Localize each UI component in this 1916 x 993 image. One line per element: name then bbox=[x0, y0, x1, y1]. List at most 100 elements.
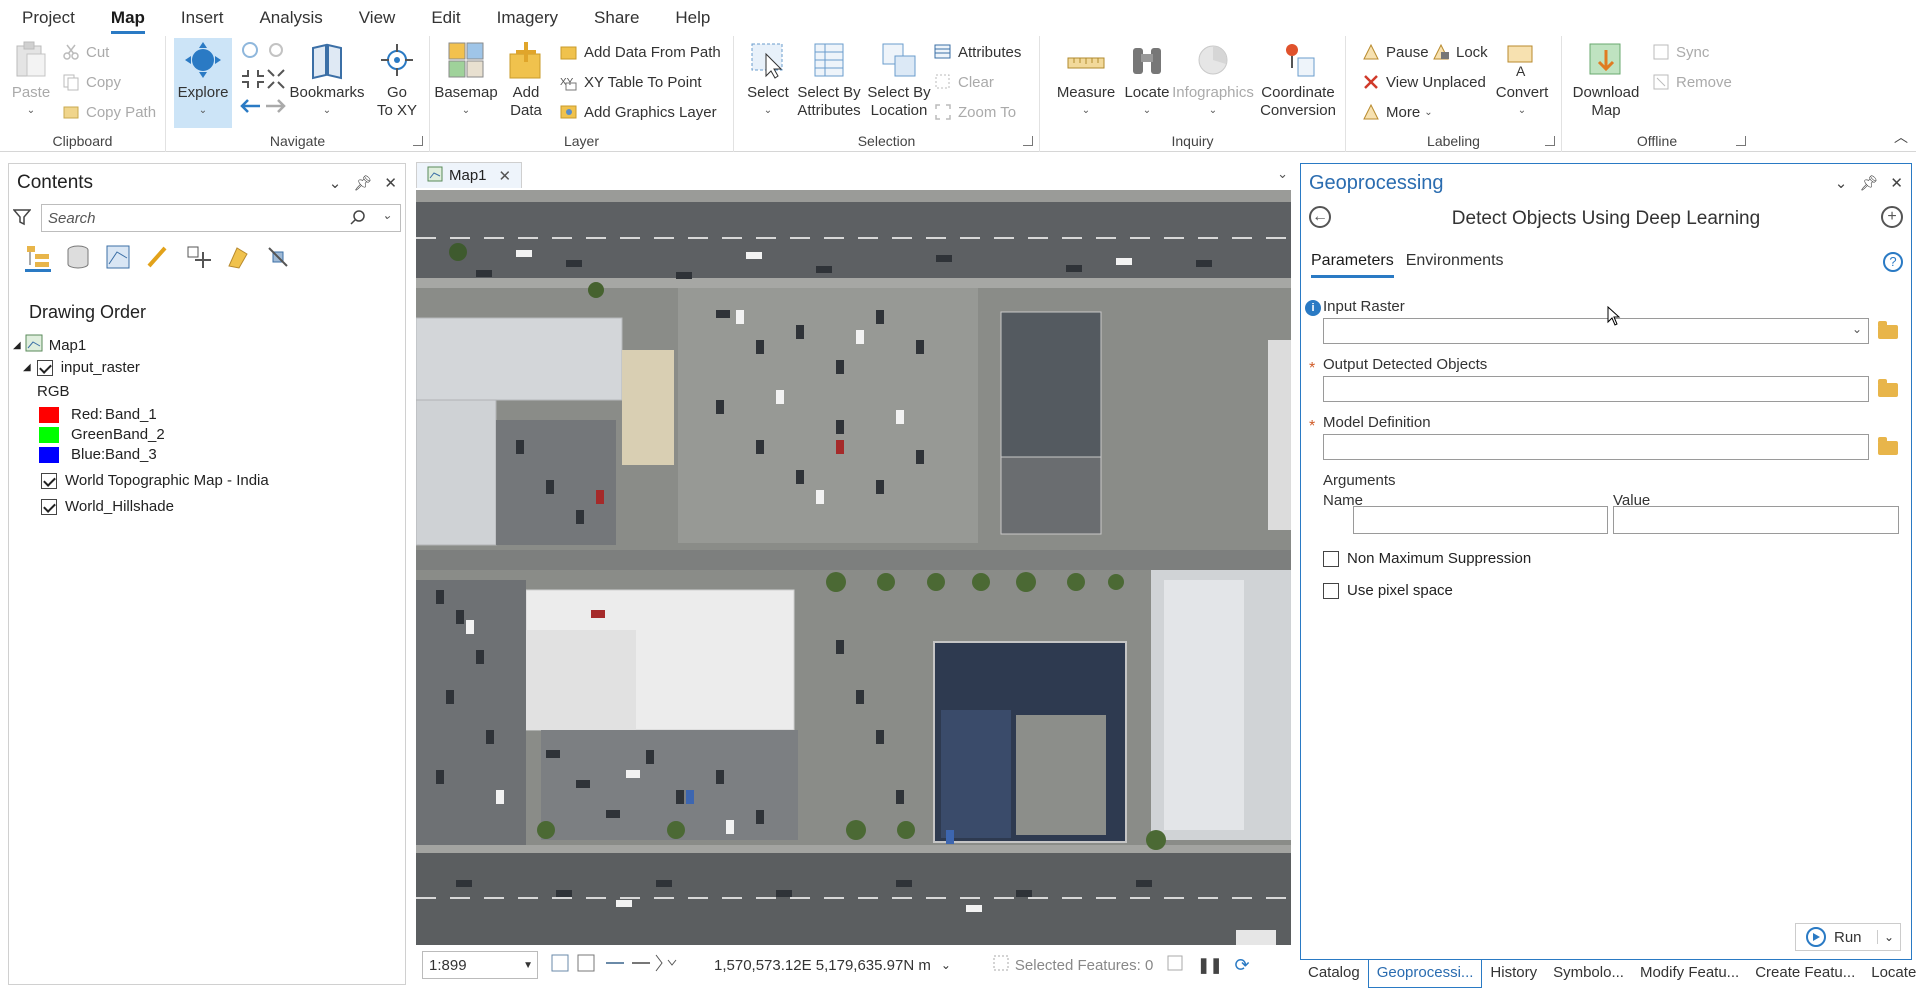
measure-button[interactable]: Measure ⌄ bbox=[1054, 40, 1118, 120]
convert-button[interactable]: A Convert ⌄ bbox=[1492, 40, 1552, 120]
pause-button[interactable]: Pause bbox=[1362, 40, 1429, 64]
browse-folder-icon[interactable] bbox=[1878, 437, 1898, 455]
chevron-down-icon[interactable]: ⌄ bbox=[382, 208, 392, 222]
refresh-icon[interactable]: ⟳ bbox=[1234, 955, 1249, 976]
non-maximum-suppression-checkbox[interactable] bbox=[1323, 550, 1339, 567]
collapse-triangle-icon[interactable]: ◢ bbox=[13, 340, 21, 351]
pane-options-chevron-icon[interactable]: ⌄ bbox=[329, 174, 342, 192]
tab-history[interactable]: History bbox=[1482, 960, 1545, 988]
fixed-zoom-icon[interactable] bbox=[269, 43, 283, 57]
pin-icon[interactable]: 📌︎ bbox=[353, 174, 372, 192]
add-data-from-path-button[interactable]: Add Data From Path bbox=[560, 40, 721, 64]
view-unplaced-button[interactable]: View Unplaced bbox=[1362, 70, 1486, 94]
tab-parameters[interactable]: Parameters bbox=[1311, 252, 1394, 278]
forward-arrow-icon[interactable] bbox=[266, 99, 286, 113]
selected-features[interactable]: Selected Features: 0 bbox=[993, 955, 1153, 975]
attributes-button[interactable]: Attributes bbox=[934, 40, 1021, 64]
copy-button[interactable]: Copy bbox=[62, 70, 121, 94]
copy-path-button[interactable]: Copy Path bbox=[62, 100, 156, 124]
non-maximum-suppression-option[interactable]: Non Maximum Suppression bbox=[1323, 550, 1531, 567]
run-button[interactable]: Run ⌄ bbox=[1795, 923, 1901, 951]
zoom-to-button[interactable]: Zoom To bbox=[934, 100, 1016, 124]
close-icon[interactable]: ✕ bbox=[384, 174, 397, 192]
list-by-selection-icon[interactable] bbox=[105, 244, 131, 272]
xy-table-to-point-button[interactable]: XY XY Table To Point bbox=[560, 70, 702, 94]
clear-button[interactable]: Clear bbox=[934, 70, 994, 94]
sync-button[interactable]: Sync bbox=[1652, 40, 1709, 64]
bookmarks-button[interactable]: Bookmarks ⌄ bbox=[289, 40, 365, 120]
tab-share[interactable]: Share bbox=[582, 0, 663, 36]
tab-locate[interactable]: Locate bbox=[1863, 960, 1916, 988]
tab-catalog[interactable]: Catalog bbox=[1300, 960, 1368, 988]
go-to-xy-button[interactable]: Go To XY bbox=[372, 40, 422, 120]
browse-folder-icon[interactable] bbox=[1878, 379, 1898, 397]
layer-visibility-checkbox[interactable] bbox=[41, 472, 57, 489]
contents-search-input[interactable]: Search ⌄ bbox=[41, 204, 401, 232]
output-detected-objects-input[interactable] bbox=[1323, 376, 1869, 402]
layer-visibility-checkbox[interactable] bbox=[36, 359, 53, 376]
chevron-down-icon[interactable]: ⌄ bbox=[1876, 930, 1894, 944]
help-icon[interactable]: ? bbox=[1883, 252, 1903, 272]
pin-icon[interactable]: 📌︎ bbox=[1859, 174, 1878, 192]
tab-environments[interactable]: Environments bbox=[1406, 252, 1504, 278]
tab-project[interactable]: Project bbox=[10, 0, 99, 36]
close-icon[interactable]: ✕ bbox=[1890, 174, 1903, 192]
pane-options-chevron-icon[interactable]: ⌄ bbox=[1835, 174, 1848, 192]
remove-button[interactable]: Remove bbox=[1652, 70, 1732, 94]
model-definition-input[interactable] bbox=[1323, 434, 1869, 460]
cut-button[interactable]: Cut bbox=[62, 40, 109, 64]
table-icon[interactable] bbox=[577, 954, 595, 972]
pause-drawing-icon[interactable]: ❚❚ bbox=[1197, 956, 1222, 974]
coordinate-conversion-button[interactable]: Coordinate Conversion bbox=[1254, 40, 1342, 120]
chevron-down-icon[interactable]: ⌄ bbox=[941, 958, 951, 972]
use-pixel-space-option[interactable]: Use pixel space bbox=[1323, 582, 1453, 599]
more-button[interactable]: More ⌄ bbox=[1362, 100, 1433, 124]
close-icon[interactable]: ✕ bbox=[499, 167, 512, 185]
select-button[interactable]: Select ⌄ bbox=[744, 40, 792, 120]
list-by-source-icon[interactable] bbox=[65, 244, 91, 272]
filter-icon[interactable] bbox=[12, 208, 32, 230]
tab-symbology[interactable]: Symbolo... bbox=[1545, 960, 1632, 988]
add-data-button[interactable]: Add Data bbox=[506, 40, 546, 120]
tab-view[interactable]: View bbox=[347, 0, 420, 36]
list-by-snapping-icon[interactable] bbox=[185, 244, 211, 272]
map-tree-item[interactable]: ◢ Map1 bbox=[13, 334, 86, 356]
back-arrow-icon[interactable] bbox=[240, 99, 260, 113]
zoom-out-icon[interactable] bbox=[267, 69, 285, 89]
info-icon[interactable]: i bbox=[1305, 300, 1321, 316]
constraints-icon[interactable] bbox=[655, 954, 663, 972]
dialog-launcher-icon[interactable] bbox=[1545, 136, 1555, 146]
select-by-attributes-button[interactable]: Select By Attributes bbox=[794, 40, 864, 120]
layer-input-raster[interactable]: ◢ input_raster bbox=[23, 359, 140, 376]
grid-icon[interactable] bbox=[551, 954, 569, 972]
list-by-labeling-icon[interactable] bbox=[225, 244, 251, 272]
select-by-location-button[interactable]: Select By Location bbox=[864, 40, 934, 120]
tab-edit[interactable]: Edit bbox=[419, 0, 484, 36]
add-graphics-layer-button[interactable]: Add Graphics Layer bbox=[560, 100, 717, 124]
tab-imagery[interactable]: Imagery bbox=[485, 0, 582, 36]
layer-world-topographic[interactable]: World Topographic Map - India bbox=[41, 472, 269, 489]
browse-folder-icon[interactable] bbox=[1878, 321, 1898, 339]
map-view-tab[interactable]: Map1 ✕ bbox=[416, 162, 523, 188]
input-raster-dropdown[interactable]: ⌄ bbox=[1323, 318, 1869, 344]
refresh-table-icon[interactable] bbox=[1167, 955, 1183, 975]
collapse-triangle-icon[interactable]: ◢ bbox=[23, 362, 31, 373]
tab-insert[interactable]: Insert bbox=[169, 0, 248, 36]
use-pixel-space-checkbox[interactable] bbox=[1323, 582, 1339, 599]
dialog-launcher-icon[interactable] bbox=[413, 136, 423, 146]
collapse-ribbon-icon[interactable]: ︿ bbox=[1894, 127, 1908, 147]
layer-visibility-checkbox[interactable] bbox=[41, 498, 57, 515]
list-by-perspective-imagery-icon[interactable] bbox=[265, 244, 291, 272]
search-icon[interactable] bbox=[350, 209, 366, 229]
zoom-in-icon[interactable] bbox=[242, 70, 264, 88]
tab-analysis[interactable]: Analysis bbox=[247, 0, 346, 36]
tab-geoprocessing[interactable]: Geoprocessi... bbox=[1367, 960, 1483, 988]
dialog-launcher-icon[interactable] bbox=[1736, 136, 1746, 146]
explore-button[interactable]: Explore ⌄ bbox=[174, 38, 232, 128]
tab-modify-features[interactable]: Modify Featu... bbox=[1632, 960, 1747, 988]
paste-button[interactable]: Paste ⌄ bbox=[10, 40, 52, 120]
locate-button[interactable]: Locate ⌄ bbox=[1118, 40, 1176, 120]
chevron-down-icon[interactable] bbox=[667, 959, 677, 966]
map-canvas[interactable] bbox=[416, 190, 1291, 945]
list-by-drawing-order-icon[interactable] bbox=[25, 244, 51, 272]
